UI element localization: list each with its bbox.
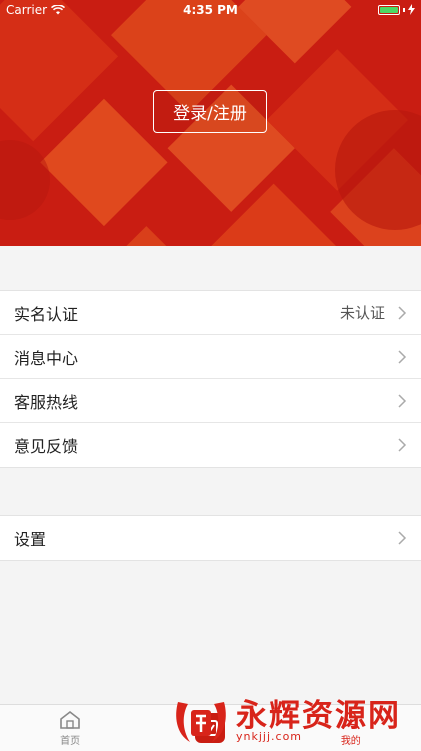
chevron-right-icon [398,393,407,408]
tab-label: 我的 [340,735,361,747]
home-icon [60,710,80,729]
tab-center[interactable] [140,705,280,751]
login-register-button[interactable]: 登录/注册 [153,90,267,133]
profile-header: 登录/注册 [0,0,421,246]
status-bar: Carrier 4:35 PM [0,0,421,20]
user-icon [342,711,360,729]
menu-item-message-center[interactable]: 消息中心 [0,335,421,379]
battery-icon [378,4,415,15]
menu-item-label: 设置 [14,530,47,549]
status-time: 4:35 PM [183,3,238,17]
menu-item-label: 实名认证 [14,304,79,324]
menu-item-service-hotline[interactable]: 客服热线 [0,379,421,423]
menu-item-real-name-auth[interactable]: 实名认证 未认证 [0,291,421,335]
menu-item-label: 消息中心 [14,348,79,368]
tab-home[interactable]: 首页 [0,705,140,751]
menu-item-feedback[interactable]: 意见反馈 [0,423,421,467]
menu-item-settings[interactable]: 设置 [0,516,421,560]
chevron-right-icon [398,305,407,320]
chevron-right-icon [398,438,407,452]
center-brand-icon [195,713,226,743]
menu-item-label: 意见反馈 [14,437,79,456]
menu-group-account: 实名认证 未认证 消息中心 客服热线 意见反馈 [0,290,421,468]
tab-mine[interactable]: 我的 [281,705,421,751]
chevron-right-icon [398,349,407,364]
tab-bar: 首页 我的 [0,704,421,751]
menu-item-label: 客服热线 [14,392,79,412]
charging-icon [408,4,415,15]
menu-group-settings: 设置 [0,515,421,561]
tab-label: 首页 [60,735,81,747]
chevron-right-icon [398,531,407,545]
auth-status-value: 未认证 [339,304,385,322]
